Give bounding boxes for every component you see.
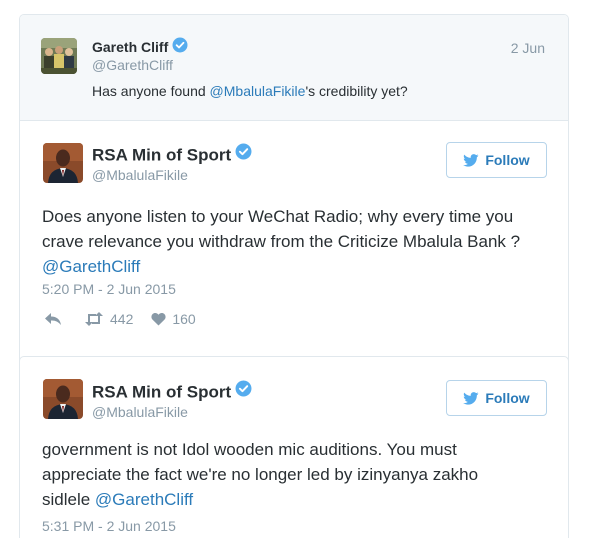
- tweet-timestamp[interactable]: 5:31 PM - 2 Jun 2015: [42, 518, 176, 534]
- verified-badge-icon: [235, 143, 252, 165]
- mention-link[interactable]: @GarethCliff: [95, 490, 193, 509]
- reply-author-name[interactable]: Gareth Cliff: [92, 37, 188, 58]
- follow-button[interactable]: Follow: [446, 380, 547, 416]
- retweet-icon: [84, 312, 104, 326]
- reply-author-handle[interactable]: @GarethCliff: [92, 57, 173, 73]
- retweet-action[interactable]: 442: [84, 311, 133, 327]
- mention-link[interactable]: @GarethCliff: [42, 257, 140, 276]
- like-action[interactable]: 160: [151, 311, 196, 327]
- in-reply-to-tweet[interactable]: Gareth Cliff @GarethCliff 2 Jun Has anyo…: [20, 15, 568, 121]
- like-count: 160: [172, 311, 196, 327]
- verified-badge-icon: [235, 380, 252, 402]
- tweet-author-handle[interactable]: @MbalulaFikile: [92, 404, 188, 420]
- heart-icon: [151, 312, 166, 326]
- reply-text: Has anyone found @MbalulaFikile's credib…: [92, 83, 408, 99]
- tweet-text: government is not Idol wooden mic auditi…: [42, 440, 479, 509]
- rsa-min-of-sport-avatar[interactable]: [43, 143, 83, 183]
- tweet-text: Does anyone listen to your WeChat Radio;…: [42, 207, 521, 276]
- retweet-count: 442: [110, 311, 134, 327]
- reply-date[interactable]: 2 Jun: [511, 40, 545, 56]
- rsa-min-of-sport-avatar[interactable]: [43, 379, 83, 419]
- tweet-card-2: RSA Min of Sport @MbalulaFikile Follow g…: [19, 356, 569, 538]
- reply-icon: [44, 312, 62, 326]
- tweet-timestamp[interactable]: 5:20 PM - 2 Jun 2015: [42, 281, 176, 297]
- tweet-actions: 442 160: [44, 311, 196, 327]
- twitter-bird-icon: [463, 153, 479, 167]
- twitter-bird-icon: [463, 391, 479, 405]
- mention-link[interactable]: @MbalulaFikile: [210, 83, 306, 99]
- tweet-card-1: Gareth Cliff @GarethCliff 2 Jun Has anyo…: [19, 14, 569, 374]
- tweet-author-name[interactable]: RSA Min of Sport: [92, 143, 252, 167]
- tweet-author-name[interactable]: RSA Min of Sport: [92, 380, 252, 404]
- tweet-author-handle[interactable]: @MbalulaFikile: [92, 167, 188, 183]
- gareth-cliff-avatar[interactable]: [41, 38, 77, 74]
- follow-button[interactable]: Follow: [446, 142, 547, 178]
- verified-badge-icon: [172, 37, 188, 56]
- reply-action[interactable]: [44, 312, 62, 326]
